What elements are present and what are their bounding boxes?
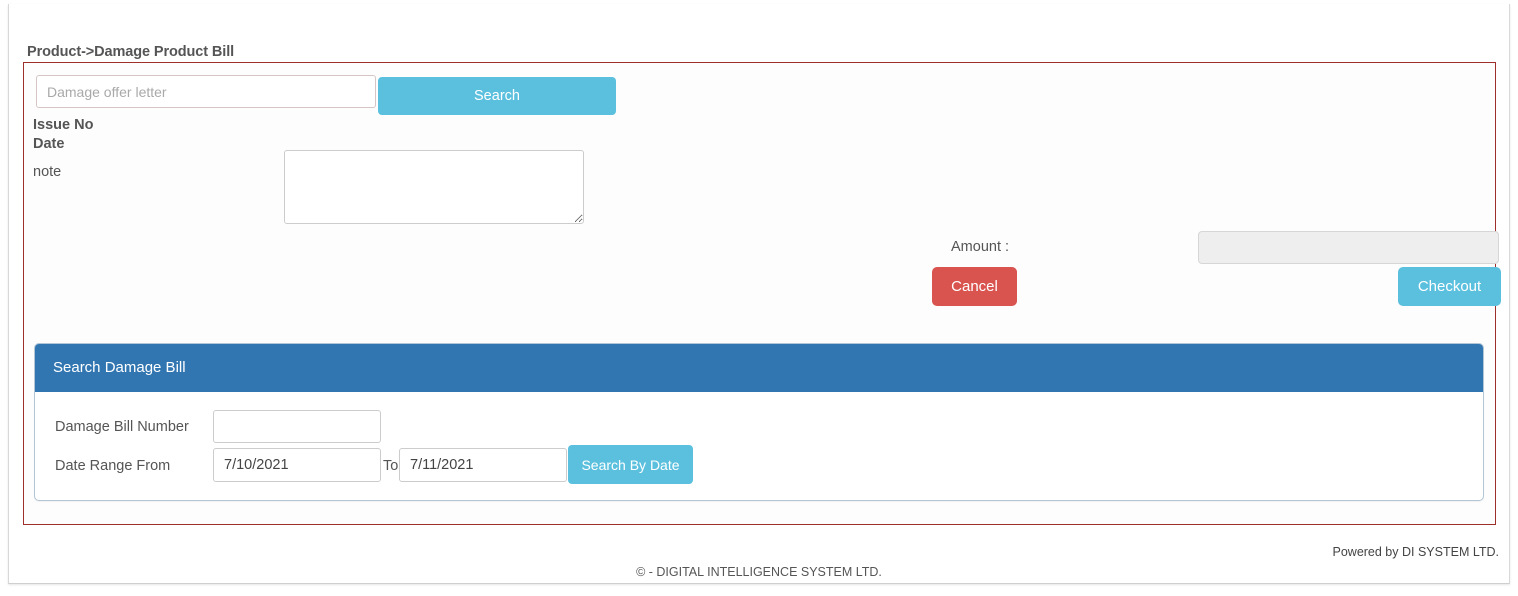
to-label: To [383,458,399,474]
date-label: Date [33,136,65,152]
damage-offer-letter-input[interactable] [36,75,376,108]
page-title: Product->Damage Product Bill [27,44,235,60]
damage-product-bill-panel: Search Issue No Date note Amount : Cance… [23,62,1501,525]
page-frame: Product->Damage Product Bill Search Issu… [8,4,1510,584]
powered-by-text: Powered by DI SYSTEM LTD. [1332,545,1500,559]
search-button[interactable]: Search [378,77,616,115]
note-label: note [33,164,62,180]
date-from-input[interactable] [213,448,381,482]
search-damage-bill-panel: Search Damage Bill Damage Bill Number Da… [34,343,1484,501]
note-textarea[interactable] [284,150,584,224]
date-to-input[interactable] [399,448,567,482]
issue-no-label: Issue No [33,117,94,133]
checkout-button[interactable]: Checkout [1398,267,1501,306]
amount-label: Amount : [951,239,1010,255]
date-range-from-label: Date Range From [55,458,171,474]
search-by-date-button[interactable]: Search By Date [568,445,693,484]
amount-input[interactable] [1198,231,1499,264]
damage-bill-number-label: Damage Bill Number [55,419,189,435]
cancel-button[interactable]: Cancel [932,267,1017,306]
damage-bill-number-input[interactable] [213,410,381,443]
search-damage-bill-heading: Search Damage Bill [35,344,1483,392]
copyright-text: © - DIGITAL INTELLIGENCE SYSTEM LTD. [636,565,882,579]
